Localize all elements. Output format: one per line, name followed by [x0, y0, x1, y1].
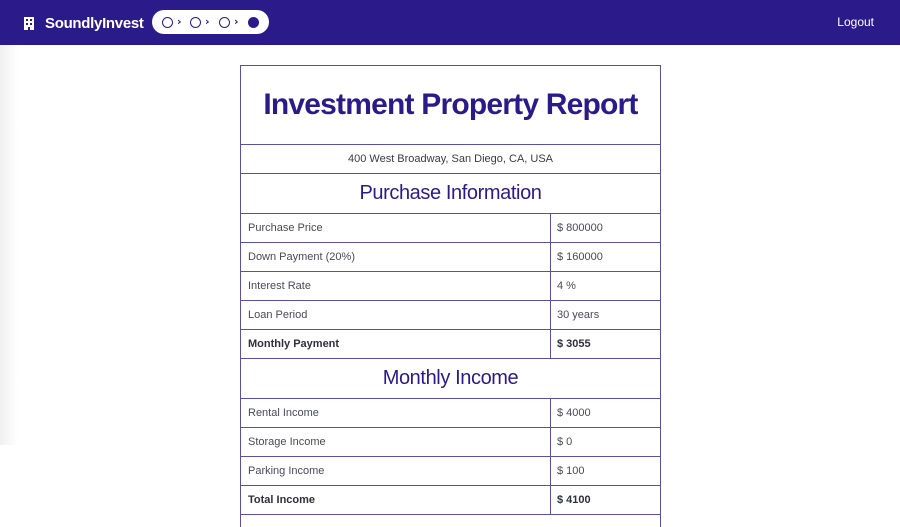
row-label: Monthly Payment	[241, 330, 551, 358]
table-row: Loan Period 30 years	[241, 301, 660, 330]
progress-stepper: › › ›	[152, 10, 269, 34]
row-label: Parking Income	[241, 457, 551, 485]
chevron-right-icon: ›	[205, 15, 210, 28]
property-address: 400 West Broadway, San Diego, CA, USA	[241, 145, 660, 174]
chevron-right-icon: ›	[177, 15, 182, 28]
report-title: Investment Property Report	[263, 88, 638, 121]
row-value: $ 160000	[557, 251, 603, 263]
report-title-cell: Investment Property Report	[241, 66, 660, 145]
table-row: Purchase Price $ 800000	[241, 214, 660, 243]
table-row: Storage Income $ 0	[241, 428, 660, 457]
brand[interactable]: SoundlyInvest	[24, 13, 144, 33]
row-label: Total Income	[241, 486, 551, 514]
row-value: $ 800000	[557, 222, 603, 234]
table-row: Rental Income $ 4000	[241, 399, 660, 428]
row-value: $ 3055	[557, 338, 591, 350]
row-value: 4 %	[557, 280, 576, 292]
table-row-partial	[241, 515, 660, 527]
row-value: $ 0	[557, 436, 573, 448]
table-row-total: Total Income $ 4100	[241, 486, 660, 515]
row-value: $ 100	[557, 465, 585, 477]
section-heading-income: Monthly Income	[241, 359, 660, 399]
section-heading-purchase: Purchase Information	[241, 174, 660, 214]
report-table: Investment Property Report 400 West Broa…	[240, 65, 661, 527]
step-2-icon[interactable]	[190, 17, 201, 28]
row-value: $ 4000	[557, 407, 591, 419]
table-row: Down Payment (20%) $ 160000	[241, 243, 660, 272]
top-navbar: SoundlyInvest › › › Logout	[0, 0, 900, 45]
row-label: Loan Period	[241, 301, 551, 329]
row-label: Rental Income	[241, 399, 551, 427]
left-panel-edge	[0, 45, 18, 445]
table-row-total: Monthly Payment $ 3055	[241, 330, 660, 359]
step-3-icon[interactable]	[219, 17, 230, 28]
chevron-right-icon: ›	[234, 15, 239, 28]
row-value: 30 years	[557, 309, 600, 321]
row-value: $ 4100	[557, 494, 591, 506]
table-row: Interest Rate 4 %	[241, 272, 660, 301]
table-row: Parking Income $ 100	[241, 457, 660, 486]
brand-name: SoundlyInvest	[45, 14, 144, 32]
building-icon	[24, 16, 34, 30]
row-label: Interest Rate	[241, 272, 551, 300]
row-label: Storage Income	[241, 428, 551, 456]
row-label: Purchase Price	[241, 214, 551, 242]
row-label: Down Payment (20%)	[241, 243, 551, 271]
logout-link[interactable]: Logout	[837, 15, 874, 29]
step-4-icon[interactable]	[248, 17, 259, 28]
step-1-icon[interactable]	[162, 17, 173, 28]
